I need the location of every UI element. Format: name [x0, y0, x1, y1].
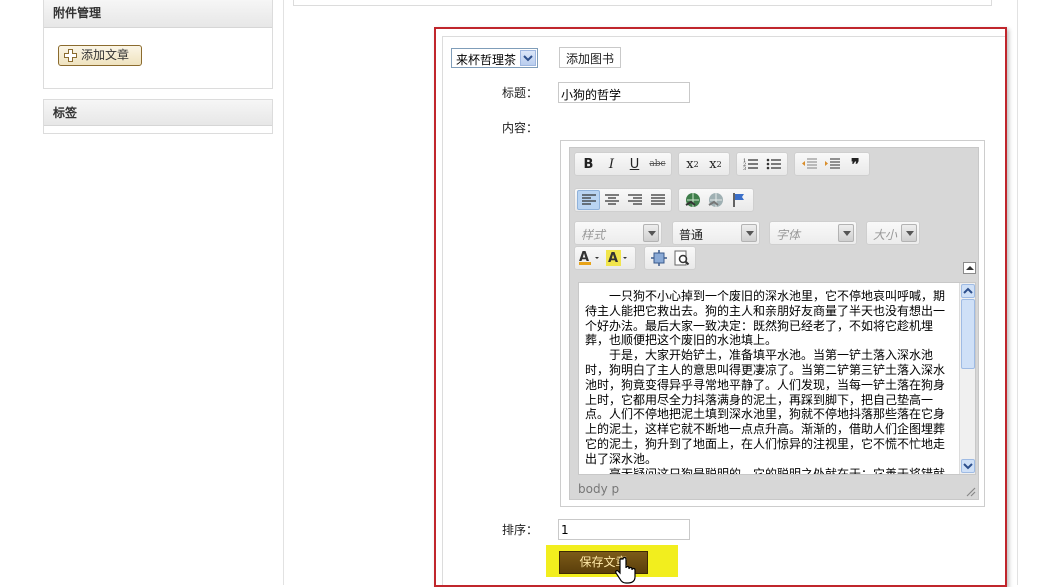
align-right-icon [627, 194, 642, 205]
svg-text:A: A [608, 251, 618, 266]
size-combo-placeholder: 大小 [873, 228, 898, 242]
tags-panel: 标签 [43, 99, 273, 134]
text-color-button[interactable]: A [577, 248, 605, 268]
background-color-button[interactable]: A [605, 248, 633, 268]
align-center-icon [604, 194, 619, 205]
content-label: 内容： [502, 121, 539, 135]
superscript-button[interactable]: x2 [704, 154, 727, 174]
bulleted-list-icon [766, 158, 781, 170]
collapse-toolbar-button[interactable] [963, 262, 976, 274]
bulleted-list-button[interactable] [762, 154, 785, 174]
format-combo[interactable]: 普通 [672, 221, 760, 245]
paragraph: 一只狗不小心掉到一个废旧的深水池里，它不停地哀叫呼喊，期待主人能把它救出去。狗的… [585, 289, 946, 348]
paragraph: 毫无疑问这只狗是聪明的，它的聪明之处就在于：它善于将错就错 [609, 466, 946, 475]
book-select[interactable]: 来杯哲理茶 [451, 48, 538, 68]
tags-panel-title: 标签 [44, 100, 272, 126]
indent-icon [824, 158, 840, 169]
element-path: body p [578, 482, 620, 496]
outdent-button[interactable] [797, 154, 820, 174]
numbered-list-icon: 123 [743, 158, 758, 171]
align-left-button[interactable] [577, 190, 601, 210]
scroll-thumb[interactable] [961, 299, 975, 369]
style-combo[interactable]: 样式 [574, 221, 662, 245]
attachment-panel: 附件管理 添加文章 [43, 0, 273, 89]
strikethrough-button[interactable]: abc [646, 154, 669, 174]
svg-text:3: 3 [743, 166, 746, 171]
resize-grip-icon[interactable] [964, 485, 976, 497]
flag-icon [733, 193, 745, 207]
chevron-down-icon[interactable] [741, 224, 757, 242]
main-divider-right [1017, 0, 1018, 585]
chevron-down-icon[interactable] [520, 50, 536, 66]
add-article-label: 添加文章 [81, 48, 130, 62]
align-justify-button[interactable] [646, 190, 669, 210]
underline-button[interactable]: U [623, 154, 646, 174]
indent-button[interactable] [820, 154, 843, 174]
title-label: 标题： [502, 86, 539, 100]
bold-button[interactable]: B [577, 154, 600, 174]
unlink-icon [708, 193, 723, 207]
editor-content-area[interactable]: 一只狗不小心掉到一个废旧的深水池里，它不停地哀叫呼喊，期待主人能把它救出去。狗的… [578, 282, 976, 475]
maximize-icon [650, 250, 667, 266]
align-group [574, 188, 672, 212]
indent-group: ❞ [794, 152, 870, 176]
link-group [678, 188, 754, 212]
color-group: A A [574, 246, 636, 270]
chevron-down-icon[interactable] [838, 224, 854, 242]
size-combo[interactable]: 大小 [866, 221, 920, 245]
numbered-list-button[interactable]: 123 [739, 154, 762, 174]
style-combo-placeholder: 样式 [581, 228, 606, 242]
chevron-down-icon[interactable] [901, 224, 917, 242]
scroll-up-arrow[interactable] [961, 284, 975, 298]
link-icon [685, 193, 700, 207]
font-combo-placeholder: 字体 [776, 228, 801, 242]
align-left-icon [581, 194, 596, 205]
view-group [644, 246, 696, 270]
chevron-up-icon [963, 287, 973, 294]
main-divider-left [283, 0, 284, 585]
rich-text-editor: B I U abc x2 x2 123 ❞ 样式 普通 字体 大小 A A 一只… [560, 140, 985, 507]
editor-text[interactable]: 一只狗不小心掉到一个废旧的深水池里，它不停地哀叫呼喊，期待主人能把它救出去。狗的… [585, 289, 955, 475]
italic-button[interactable]: I [600, 154, 623, 174]
format-combo-value: 普通 [679, 228, 704, 242]
editor-toolbar-area: B I U abc x2 x2 123 ❞ 样式 普通 字体 大小 A A 一只… [569, 147, 979, 500]
blockquote-button[interactable]: ❞ [844, 154, 867, 174]
scroll-down-arrow[interactable] [961, 459, 975, 473]
paragraph: 于是，大家开始铲土，准备填平水池。当第一铲土落入深水池时，狗明白了主人的意思叫得… [585, 348, 946, 466]
add-book-button[interactable]: 添加图书 [559, 47, 621, 68]
hand-cursor-icon [615, 556, 636, 584]
maximize-button[interactable] [647, 248, 670, 268]
add-article-button[interactable]: 添加文章 [58, 45, 142, 66]
align-right-button[interactable] [623, 190, 646, 210]
script-group: x2 x2 [678, 152, 730, 176]
outdent-icon [801, 158, 817, 169]
top-panel-edge [293, 0, 992, 6]
font-combo[interactable]: 字体 [769, 221, 857, 245]
plus-icon [64, 49, 77, 62]
anchor-button[interactable] [728, 190, 751, 210]
text-color-icon: A [579, 250, 599, 265]
chevron-down-icon [963, 463, 973, 470]
chevron-down-icon[interactable] [643, 224, 659, 242]
unlink-button[interactable] [704, 190, 727, 210]
title-input[interactable]: 小狗的哲学 [558, 82, 690, 103]
preview-icon [674, 250, 689, 266]
link-button[interactable] [681, 190, 704, 210]
list-group: 123 [736, 152, 788, 176]
text-style-group: B I U abc [574, 152, 672, 176]
order-input[interactable]: 1 [558, 519, 690, 540]
book-select-value: 来杯哲理茶 [456, 53, 517, 67]
editor-scrollbar[interactable] [959, 283, 975, 474]
preview-button[interactable] [670, 248, 693, 268]
highlight-color-icon: A [606, 250, 627, 266]
subscript-button[interactable]: x2 [681, 154, 704, 174]
attachment-panel-title: 附件管理 [44, 0, 272, 28]
align-center-button[interactable] [600, 190, 623, 210]
align-justify-icon [650, 194, 665, 205]
order-label: 排序： [502, 523, 539, 537]
